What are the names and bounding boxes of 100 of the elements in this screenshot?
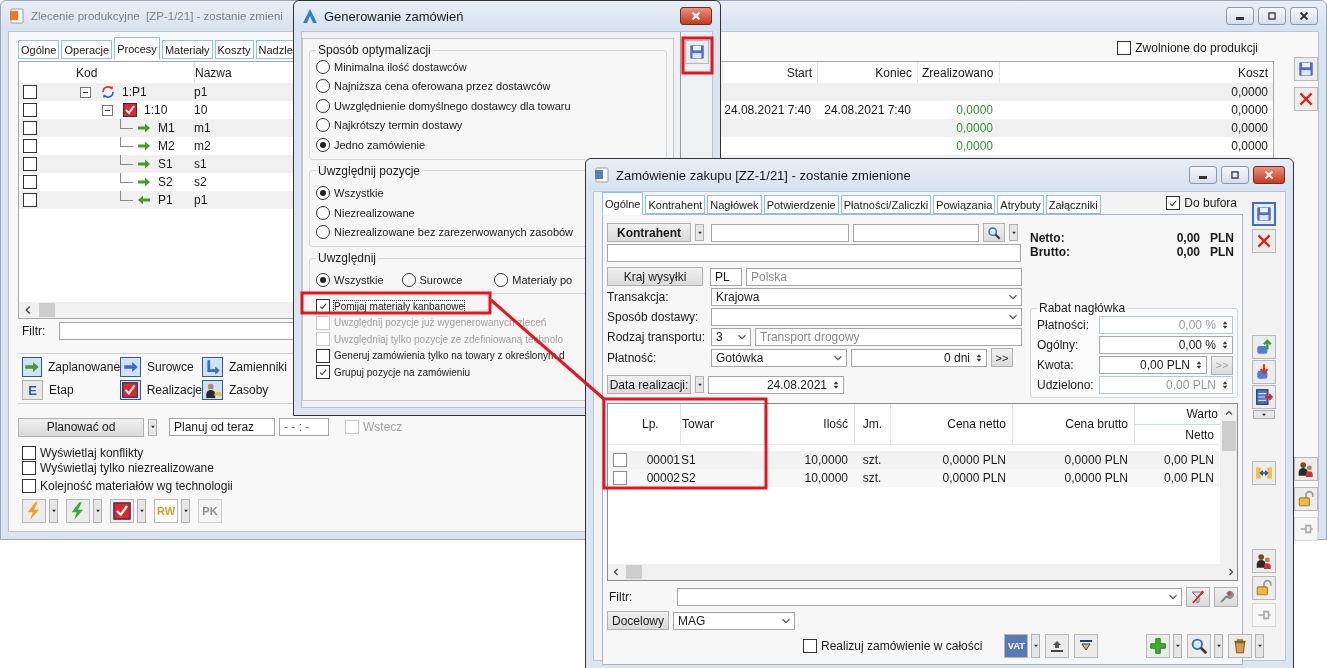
clear-filter-button[interactable] — [1186, 587, 1210, 607]
payment-select[interactable]: Gotówka — [711, 348, 847, 367]
checkbox[interactable] — [23, 175, 37, 189]
save-button[interactable] — [1252, 202, 1276, 226]
scrollbar-thumb[interactable] — [1221, 421, 1236, 451]
radio-button[interactable] — [494, 273, 509, 287]
checkbox[interactable] — [316, 365, 330, 380]
search-button[interactable] — [1187, 634, 1212, 658]
tab[interactable]: Materiały — [161, 40, 213, 59]
radio-button[interactable] — [316, 79, 330, 94]
target-button[interactable]: Docelowy — [607, 611, 669, 630]
radio-button[interactable] — [316, 118, 330, 133]
checkmark-icon[interactable] — [120, 380, 141, 400]
people-button[interactable] — [1294, 457, 1318, 481]
checkbox[interactable] — [23, 157, 37, 171]
minimize-button[interactable] — [1226, 7, 1254, 25]
minimize-button[interactable] — [1189, 166, 1217, 184]
checkbox[interactable] — [613, 471, 627, 485]
tree-toggle[interactable] — [102, 104, 113, 116]
tab[interactable]: Płatności/Zaliczki — [840, 195, 932, 214]
tab[interactable]: Koszty — [214, 40, 254, 59]
vat-button[interactable]: VAT — [1004, 634, 1029, 658]
search-button[interactable] — [983, 223, 1005, 242]
time-field[interactable]: - - : - — [279, 418, 329, 436]
scrollbar[interactable] — [608, 564, 1237, 580]
close-button[interactable] — [1253, 166, 1285, 184]
transaction-select[interactable]: Krajowa — [711, 288, 1022, 306]
column-header[interactable]: Koniec — [875, 65, 912, 80]
plan-mode-field[interactable]: Planuj od teraz — [169, 418, 275, 436]
maximize-button[interactable] — [1258, 7, 1286, 25]
lightning-button[interactable] — [66, 499, 90, 523]
save-button[interactable] — [684, 40, 709, 64]
tab[interactable]: Procesy — [114, 37, 160, 60]
people-button[interactable] — [1252, 549, 1276, 573]
checkbox[interactable] — [23, 139, 37, 153]
checkbox[interactable] — [316, 348, 330, 363]
checkbox[interactable] — [23, 103, 37, 117]
padlock-button[interactable] — [1294, 487, 1318, 511]
radio-button[interactable] — [316, 273, 330, 287]
checkbox[interactable] — [22, 446, 36, 460]
checkbox[interactable] — [23, 85, 37, 99]
tab[interactable]: Potwierdzenie — [763, 195, 839, 214]
checkbox[interactable] — [316, 299, 330, 314]
column-header[interactable]: Start — [786, 65, 812, 80]
days-spinner[interactable]: 0 dni — [851, 348, 987, 367]
tab[interactable]: Nagłówek — [707, 195, 762, 214]
transport-select[interactable]: 3 — [711, 328, 751, 346]
link-button[interactable] — [1252, 461, 1276, 485]
dropdown-button[interactable] — [1009, 224, 1018, 241]
tab[interactable]: Kontrahent — [645, 195, 706, 214]
date-spinner[interactable]: 24.08.2021 — [708, 375, 844, 394]
discount-spinner[interactable]: 0,00 PLN — [1099, 356, 1207, 374]
column-header[interactable]: Ilość — [823, 417, 848, 431]
column-header[interactable]: Nazwa — [195, 65, 232, 80]
tab[interactable]: Operacje — [61, 40, 113, 59]
radio-button[interactable] — [316, 225, 330, 240]
checkbox[interactable] — [23, 193, 37, 207]
country-button[interactable]: Kraj wysyłki — [607, 267, 703, 286]
radio-button[interactable] — [316, 59, 330, 74]
close-button[interactable] — [680, 7, 712, 25]
discount-spinner[interactable]: 0,00 % — [1099, 336, 1233, 354]
column-header[interactable]: Towar — [682, 417, 714, 431]
upload-button[interactable] — [1045, 634, 1070, 658]
database-down-button[interactable] — [1252, 360, 1276, 384]
download-button[interactable] — [1074, 634, 1099, 658]
contractor-name-field[interactable] — [853, 223, 979, 242]
checkbox[interactable] — [1117, 41, 1132, 55]
tree-toggle[interactable] — [80, 86, 91, 98]
column-header[interactable]: Koszt — [1238, 65, 1268, 80]
checkmark-button[interactable] — [110, 499, 134, 523]
database-up-button[interactable] — [1252, 335, 1276, 359]
radio-button[interactable] — [316, 186, 330, 201]
plus-button[interactable] — [1146, 634, 1171, 658]
date-button[interactable]: Data realizacji: — [607, 375, 691, 394]
maximize-button[interactable] — [1221, 166, 1249, 184]
scrollbar-thumb[interactable] — [626, 565, 642, 579]
checkbox[interactable] — [803, 639, 817, 653]
radio-button[interactable] — [316, 98, 330, 113]
checkbox[interactable] — [613, 453, 627, 467]
column-header[interactable]: Jm. — [862, 417, 883, 431]
checkbox[interactable] — [22, 461, 36, 475]
address-field[interactable] — [607, 244, 1021, 262]
radio-button[interactable] — [316, 205, 330, 220]
column-header[interactable]: Netto — [1135, 425, 1220, 444]
worker-icon[interactable] — [202, 380, 223, 400]
column-header[interactable]: Kod — [76, 65, 98, 80]
column-header[interactable]: Cena brutto — [1065, 417, 1128, 431]
tab[interactable]: Nadzle — [255, 40, 296, 59]
dropdown-button[interactable] — [695, 376, 704, 393]
stage-icon[interactable]: E — [22, 380, 43, 400]
trash-button[interactable] — [1228, 634, 1253, 658]
more-button[interactable]: >> — [991, 348, 1013, 367]
radio-button[interactable] — [316, 137, 330, 152]
plan-from-button[interactable]: Planować od — [18, 417, 144, 437]
contractor-button[interactable]: Kontrahent — [607, 223, 691, 242]
tab[interactable]: Powiązania — [933, 195, 996, 214]
contractor-code-field[interactable] — [711, 223, 849, 242]
checkbox[interactable] — [23, 121, 37, 135]
warehouse-select[interactable]: MAG — [673, 611, 795, 630]
radio-button[interactable] — [401, 273, 416, 287]
